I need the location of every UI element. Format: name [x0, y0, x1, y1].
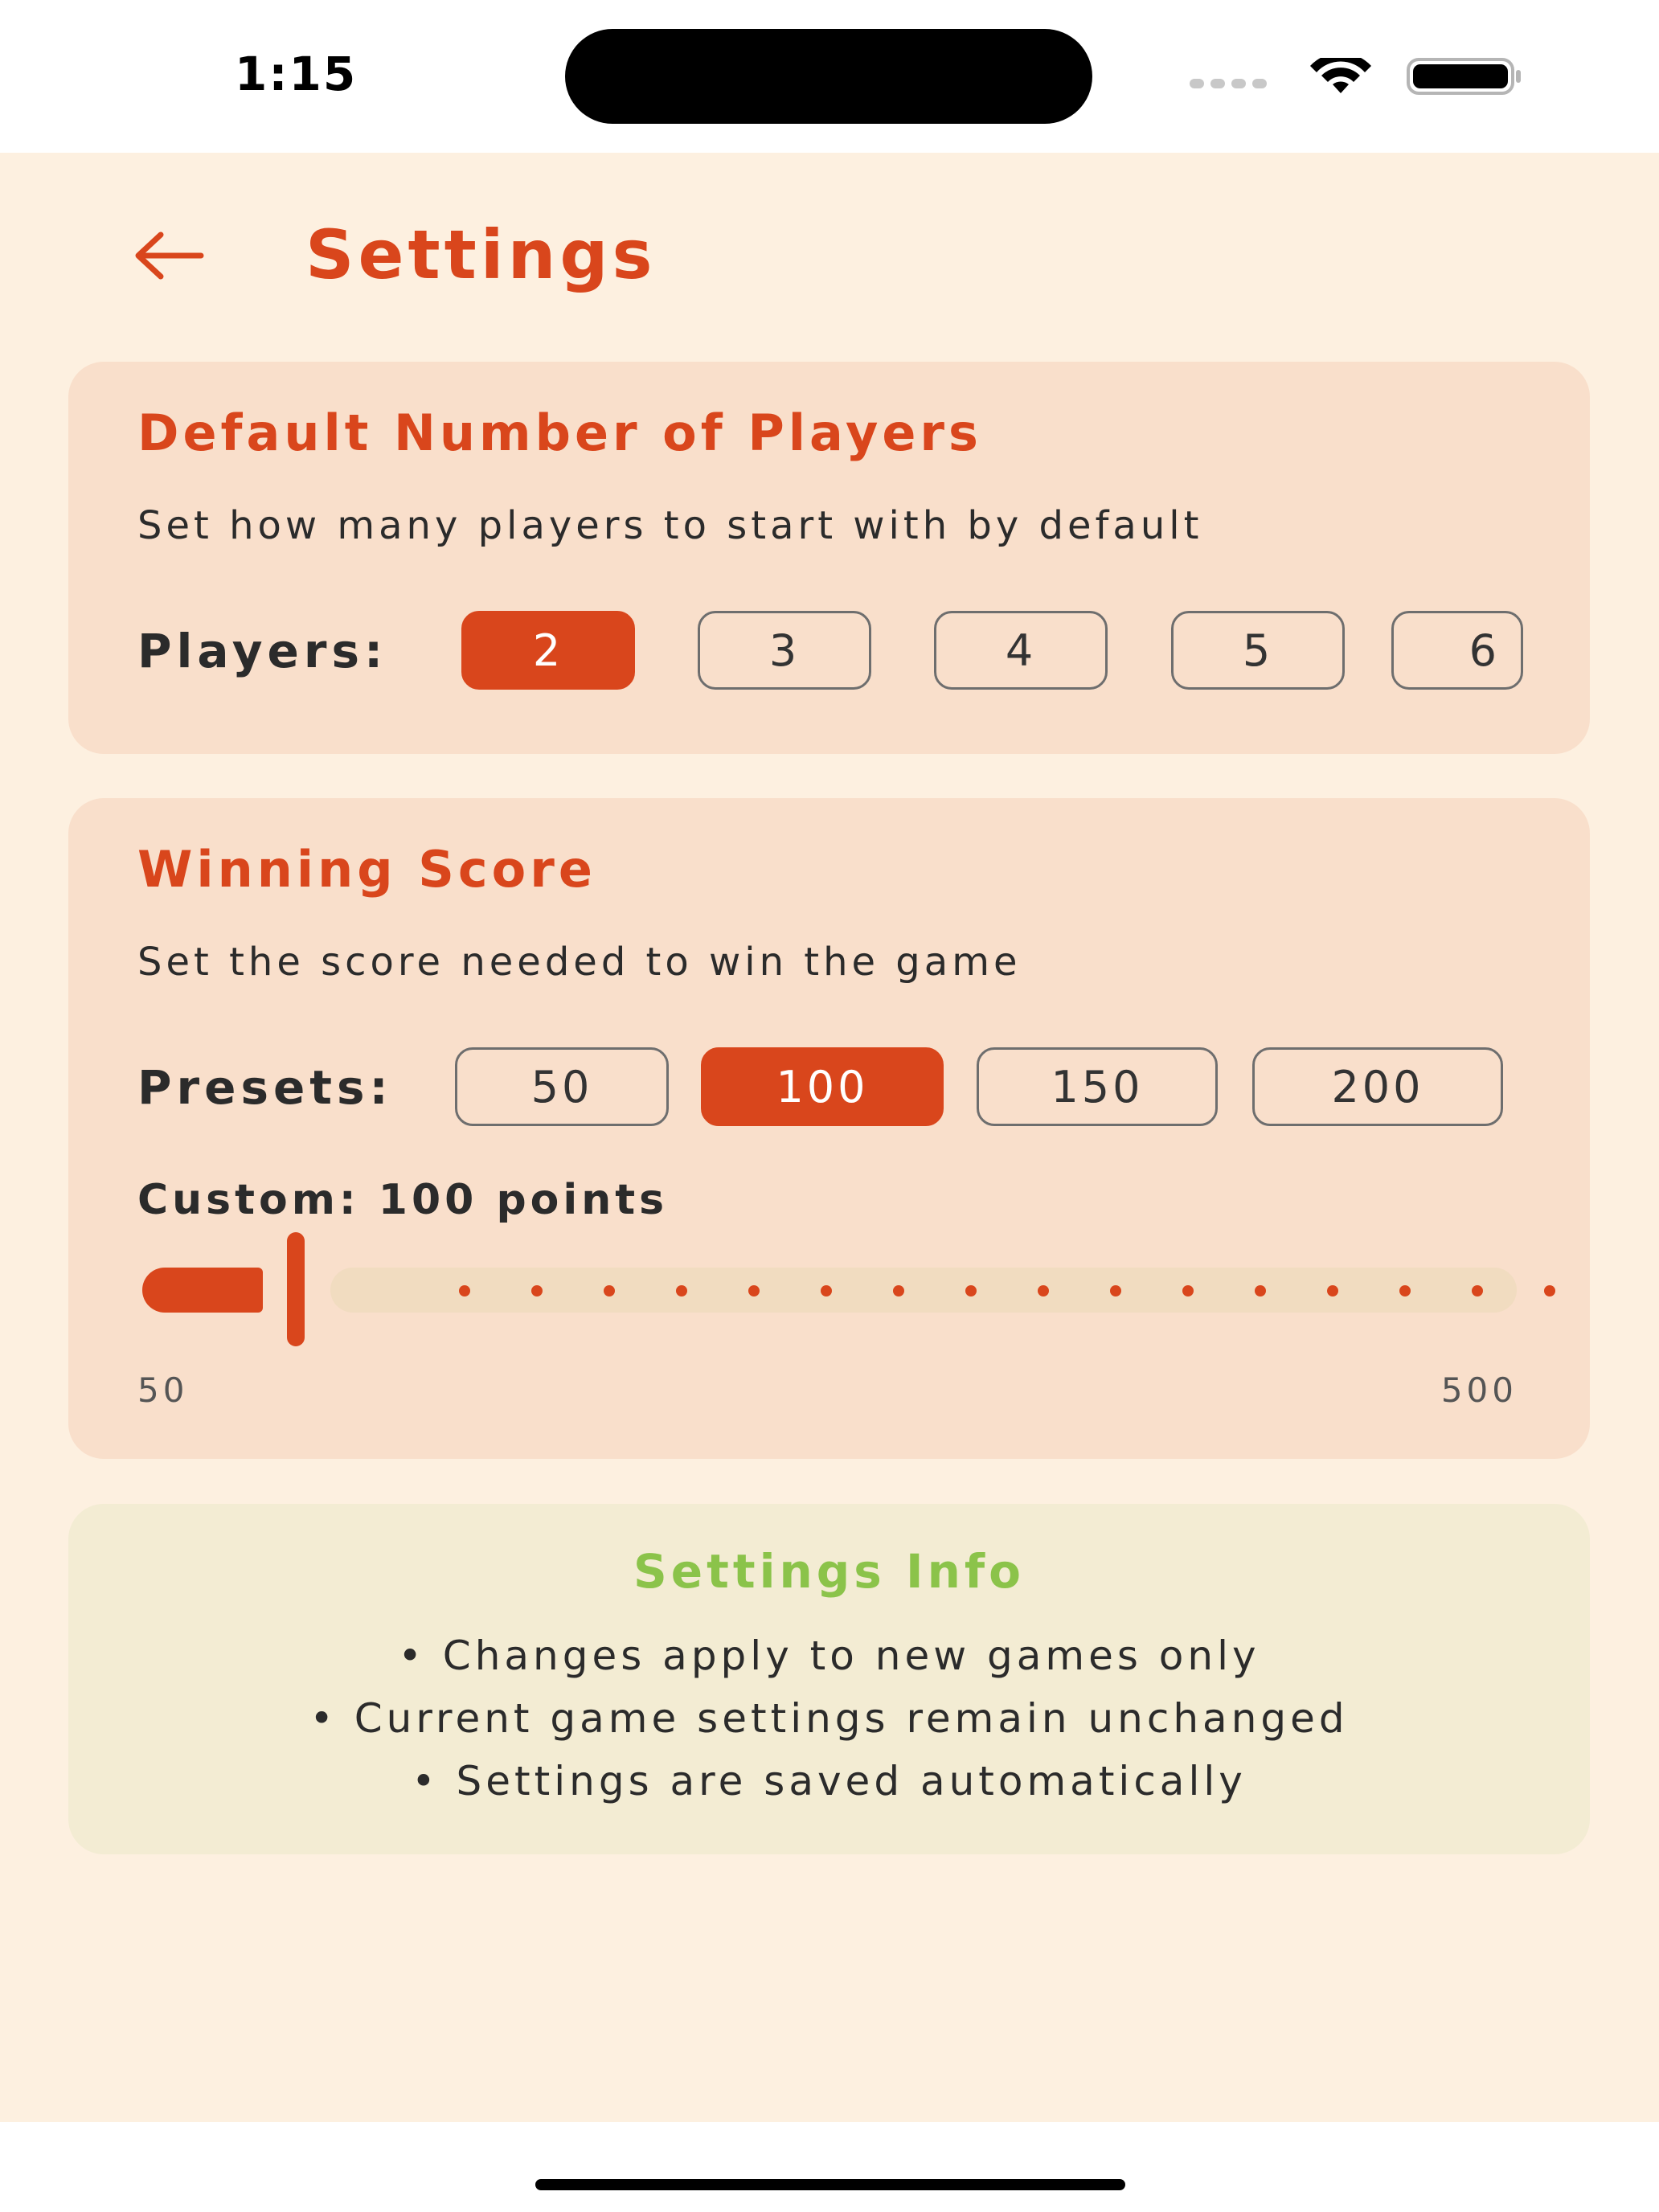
- page-title: Settings: [305, 215, 657, 294]
- wifi-icon: [1310, 58, 1371, 93]
- winning-score-card: Winning Score Set the score needed to wi…: [68, 798, 1590, 1459]
- players-option-3[interactable]: 3: [698, 611, 871, 690]
- preset-200-button[interactable]: 200: [1252, 1047, 1503, 1126]
- slider-tick: [1038, 1285, 1049, 1296]
- slider-tick: [1399, 1285, 1411, 1296]
- status-time: 1:15: [235, 47, 358, 101]
- home-indicator-area: [0, 2122, 1659, 2212]
- default-players-card: Default Number of Players Set how many p…: [68, 362, 1590, 754]
- slider-tick: [1182, 1285, 1194, 1296]
- slider-active-track: [142, 1268, 263, 1313]
- dynamic-island: [565, 29, 1092, 124]
- preset-100-button[interactable]: 100: [701, 1047, 944, 1126]
- slider-tick: [604, 1285, 615, 1296]
- presets-label: Presets:: [137, 1060, 393, 1115]
- slider-tick: [1110, 1285, 1121, 1296]
- winning-score-title: Winning Score: [137, 840, 596, 899]
- slider-tick: [1544, 1285, 1555, 1296]
- slider-min-label: 50: [137, 1370, 189, 1410]
- slider-tick: [748, 1285, 760, 1296]
- slider-tick: [676, 1285, 687, 1296]
- back-arrow-icon[interactable]: [132, 230, 206, 281]
- info-line-saved: • Settings are saved automatically: [412, 1758, 1247, 1804]
- players-option-6[interactable]: 6: [1391, 611, 1523, 690]
- preset-50-button[interactable]: 50: [455, 1047, 669, 1126]
- slider-tick: [1327, 1285, 1338, 1296]
- default-players-title: Default Number of Players: [137, 403, 982, 462]
- winning-score-slider[interactable]: [68, 1232, 1590, 1353]
- custom-score-label: Custom: 100 points: [137, 1176, 669, 1224]
- slider-thumb[interactable]: [287, 1232, 305, 1346]
- slider-tick: [459, 1285, 470, 1296]
- settings-info-card: Settings Info • Changes apply to new gam…: [68, 1504, 1590, 1854]
- slider-inactive-track[interactable]: [330, 1268, 1517, 1313]
- players-option-4[interactable]: 4: [934, 611, 1108, 690]
- players-option-2[interactable]: 2: [461, 611, 635, 690]
- slider-tick: [821, 1285, 832, 1296]
- preset-150-button[interactable]: 150: [977, 1047, 1218, 1126]
- home-indicator[interactable]: [535, 2179, 1125, 2190]
- cellular-signal-icon: [1190, 79, 1267, 88]
- players-label: Players:: [137, 624, 388, 678]
- slider-tick: [965, 1285, 977, 1296]
- winning-score-description: Set the score needed to win the game: [137, 940, 1022, 985]
- slider-max-label: 500: [1440, 1370, 1518, 1410]
- info-line-new-games: • Changes apply to new games only: [398, 1632, 1260, 1679]
- battery-icon: [1407, 58, 1521, 95]
- players-option-5[interactable]: 5: [1171, 611, 1345, 690]
- slider-tick: [531, 1285, 543, 1296]
- status-bar: 1:15: [0, 0, 1659, 153]
- slider-tick: [893, 1285, 904, 1296]
- slider-tick: [1255, 1285, 1266, 1296]
- info-line-current-game: • Current game settings remain unchanged: [309, 1695, 1349, 1742]
- default-players-description: Set how many players to start with by de…: [137, 503, 1203, 548]
- settings-info-title: Settings Info: [633, 1544, 1025, 1599]
- slider-tick: [1472, 1285, 1483, 1296]
